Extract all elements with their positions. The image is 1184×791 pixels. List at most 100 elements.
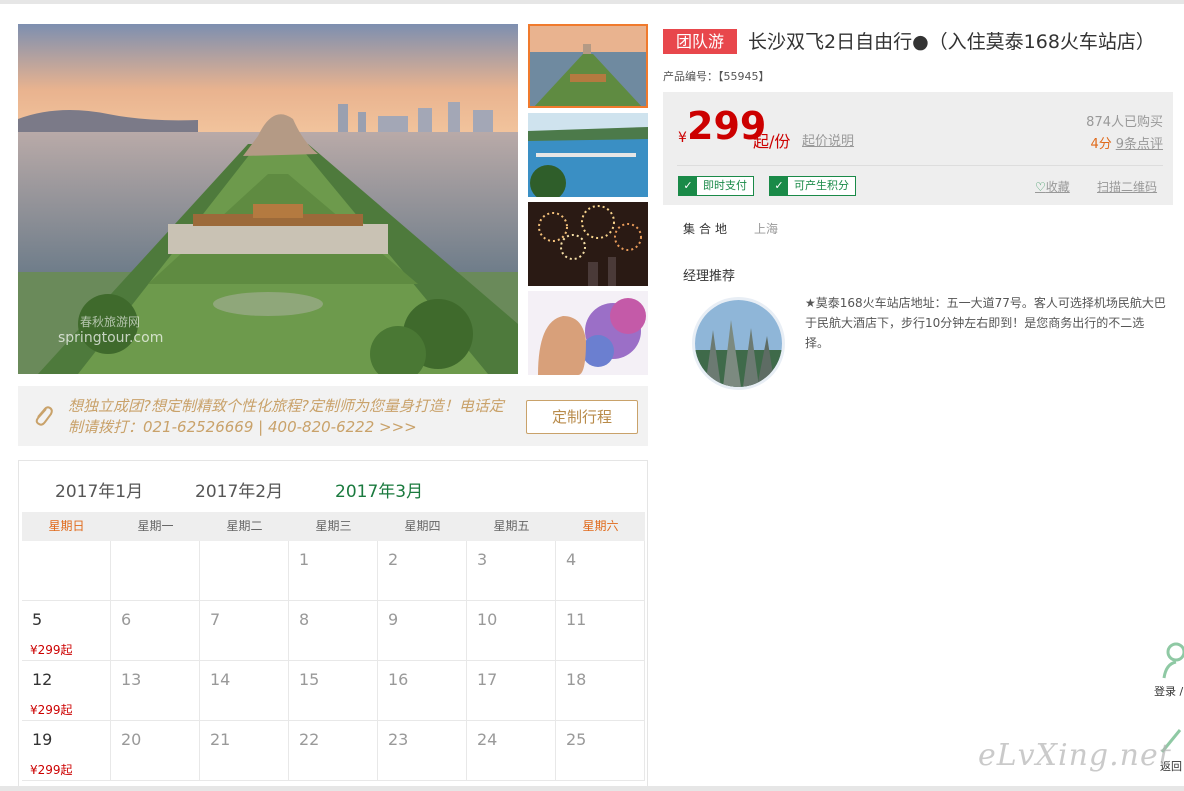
thumbnail-3[interactable] bbox=[528, 202, 648, 286]
check-icon: ✓ bbox=[770, 177, 788, 195]
day-number: 18 bbox=[566, 670, 587, 689]
day-number: 9 bbox=[388, 610, 399, 629]
weekday-fri: 星期五 bbox=[493, 519, 530, 533]
day-number: 4 bbox=[566, 550, 577, 569]
day-price: ¥299起 bbox=[30, 703, 73, 717]
day-number: 7 bbox=[210, 610, 221, 629]
day-number: 19 bbox=[32, 730, 53, 749]
month-tab-2[interactable]: 2017年2月 bbox=[195, 477, 283, 502]
weekday-header: 星期日 星期一 星期二 星期三 星期四 星期五 星期六 bbox=[22, 512, 645, 541]
day-price: ¥299起 bbox=[30, 643, 73, 657]
weekday-tue: 星期二 bbox=[226, 519, 263, 533]
calendar-day[interactable]: 12 ¥299起 bbox=[22, 661, 111, 721]
heart-icon: ♡ bbox=[1035, 180, 1046, 194]
weekday-mon: 星期一 bbox=[137, 519, 174, 533]
gather-label: 集合地 bbox=[683, 222, 732, 236]
month-tab-3[interactable]: 2017年3月 bbox=[335, 477, 423, 502]
calendar-day: 21 bbox=[200, 721, 289, 781]
calendar-day: 6 bbox=[111, 601, 200, 661]
sold-count: 874人已购买 bbox=[1086, 115, 1163, 130]
product-title: 长沙双飞2日自由行●（入住莫泰168火车站店） bbox=[748, 31, 1155, 53]
favorite-label: 收藏 bbox=[1045, 180, 1070, 194]
side-login[interactable]: 登录 / bbox=[1150, 640, 1184, 700]
weekday-sat: 星期六 bbox=[582, 519, 619, 533]
calendar-day bbox=[200, 541, 289, 601]
day-number: 17 bbox=[477, 670, 498, 689]
group-tour-tag: 团队游 bbox=[663, 29, 737, 54]
currency-symbol: ¥ bbox=[678, 130, 687, 146]
day-number: 15 bbox=[299, 670, 320, 689]
check-icon: ✓ bbox=[679, 177, 697, 195]
calendar-day[interactable]: 19 ¥299起 bbox=[22, 721, 111, 781]
day-number: 21 bbox=[210, 730, 231, 749]
day-number: 14 bbox=[210, 670, 231, 689]
day-number: 5 bbox=[32, 610, 43, 629]
calendar-day: 8 bbox=[289, 601, 378, 661]
price-desc-link[interactable]: 起价说明 bbox=[802, 130, 854, 149]
calendar-day: 7 bbox=[200, 601, 289, 661]
day-number: 25 bbox=[566, 730, 587, 749]
day-number: 8 bbox=[299, 610, 310, 629]
manager-title: 经理推荐 bbox=[683, 269, 736, 284]
day-number: 23 bbox=[388, 730, 409, 749]
day-number: 1 bbox=[299, 550, 310, 569]
main-photo-image: springtour.com 春秋旅游网 bbox=[18, 24, 518, 374]
calendar-day: 22 bbox=[289, 721, 378, 781]
photo-watermark: springtour.com bbox=[58, 330, 163, 346]
score-value: 4分 bbox=[1090, 137, 1112, 152]
day-number: 24 bbox=[477, 730, 498, 749]
calendar-day: 14 bbox=[200, 661, 289, 721]
reviews-link[interactable]: 9条点评 bbox=[1116, 137, 1163, 152]
bottom-border bbox=[0, 786, 1184, 791]
day-number: 20 bbox=[121, 730, 142, 749]
month-tab-1[interactable]: 2017年1月 bbox=[55, 477, 143, 502]
calendar-day: 23 bbox=[378, 721, 467, 781]
price-suffix: 起/份 bbox=[753, 132, 791, 151]
day-price: ¥299起 bbox=[30, 763, 73, 777]
points-badge: ✓ 可产生积分 bbox=[769, 176, 856, 196]
thumbnail-2[interactable] bbox=[528, 113, 648, 197]
custom-banner-text: 想独立成团?想定制精致个性化旅程?定制师为您量身打造！电话定制请拨打：021-6… bbox=[68, 397, 504, 436]
top-border bbox=[0, 0, 1184, 4]
calendar-day: 16 bbox=[378, 661, 467, 721]
badge-label: 可产生积分 bbox=[794, 179, 849, 192]
score-line: 4分 9条点评 bbox=[1090, 133, 1163, 152]
calendar-day: 9 bbox=[378, 601, 467, 661]
manager-recommendation: ★莫泰168火车站店地址：五一大道77号。客人可选择机场民航大巴于民航大酒店下，… bbox=[805, 296, 1166, 350]
qr-code-link[interactable]: 扫描二维码 bbox=[1097, 178, 1157, 195]
thumbnail-4[interactable] bbox=[528, 291, 648, 375]
weekday-sun: 星期日 bbox=[48, 519, 85, 533]
favorite-link[interactable]: ♡收藏 bbox=[1035, 178, 1070, 195]
calendar-day: 10 bbox=[467, 601, 556, 661]
custom-trip-button[interactable]: 定制行程 bbox=[526, 400, 638, 434]
calendar-day: 24 bbox=[467, 721, 556, 781]
thumbnail-1[interactable] bbox=[528, 24, 648, 108]
calendar-day: 25 bbox=[556, 721, 645, 781]
price-divider bbox=[677, 165, 1163, 166]
calendar-day bbox=[22, 541, 111, 601]
weekday-wed: 星期三 bbox=[315, 519, 352, 533]
calendar-month-tabs: 2017年1月 2017年2月 2017年3月 bbox=[19, 461, 647, 512]
calendar-day bbox=[111, 541, 200, 601]
price-box: ¥ 299 起/份 起价说明 874人已购买 4分 9条点评 ✓ 即时支付 ✓ 可产生… bbox=[663, 92, 1173, 205]
weekday-thu: 星期四 bbox=[404, 519, 441, 533]
day-number: 13 bbox=[121, 670, 142, 689]
badge-label: 即时支付 bbox=[703, 179, 747, 192]
custom-trip-banner: 想独立成团?想定制精致个性化旅程?定制师为您量身打造！电话定制请拨打：021-6… bbox=[18, 386, 648, 446]
paperclip-icon bbox=[32, 404, 54, 432]
calendar-day: 17 bbox=[467, 661, 556, 721]
day-number: 22 bbox=[299, 730, 320, 749]
calendar-day: 3 bbox=[467, 541, 556, 601]
main-photo[interactable]: springtour.com 春秋旅游网 bbox=[18, 24, 518, 374]
calendar-day[interactable]: 5 ¥299起 bbox=[22, 601, 111, 661]
day-number: 12 bbox=[32, 670, 53, 689]
gather-value: 上海 bbox=[754, 222, 779, 236]
departure-calendar: 2017年1月 2017年2月 2017年3月 星期日 星期一 星期二 星期三 … bbox=[18, 460, 648, 791]
calendar-day: 20 bbox=[111, 721, 200, 781]
day-number: 6 bbox=[121, 610, 132, 629]
calendar-day: 15 bbox=[289, 661, 378, 721]
product-code: 产品编号：【55945】 bbox=[663, 70, 770, 83]
calendar-day: 18 bbox=[556, 661, 645, 721]
day-number: 16 bbox=[388, 670, 409, 689]
photo-watermark-cn: 春秋旅游网 bbox=[80, 315, 140, 329]
